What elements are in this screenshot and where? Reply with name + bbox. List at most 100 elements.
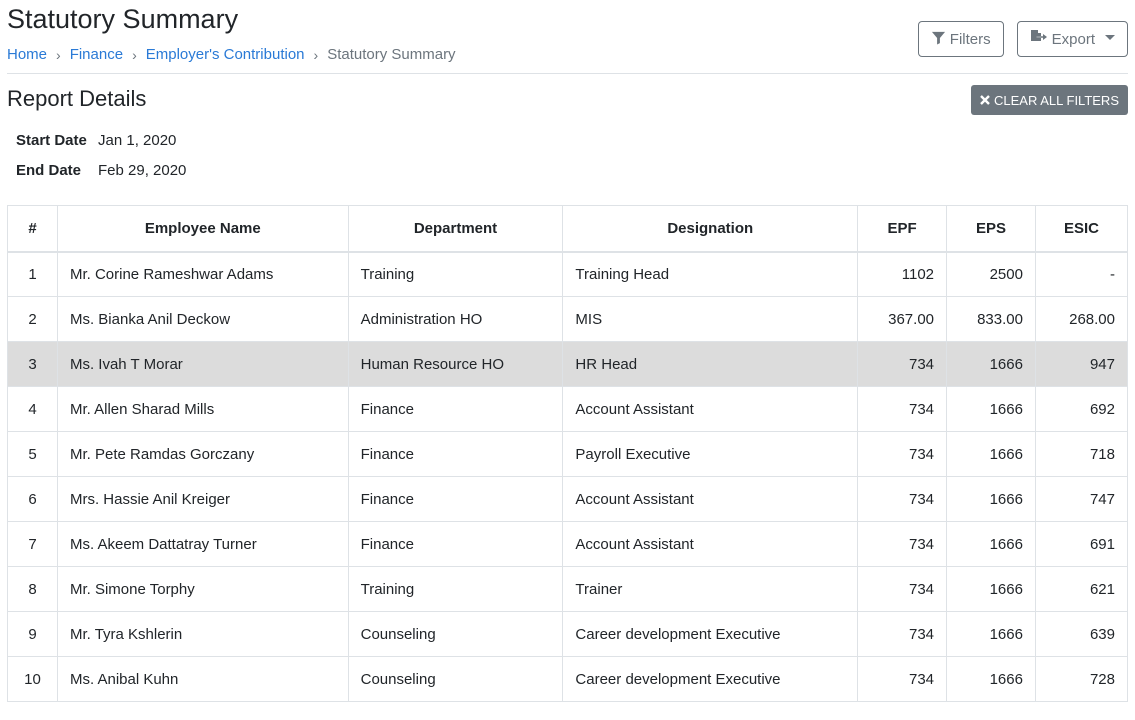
caret-down-icon bbox=[1105, 35, 1115, 40]
report-details-title: Report Details bbox=[7, 86, 147, 111]
start-date-value: Jan 1, 2020 bbox=[98, 132, 177, 149]
breadcrumb-separator-icon: › bbox=[56, 46, 61, 63]
cell-designation: Trainer bbox=[562, 566, 859, 612]
cell-index: 3 bbox=[7, 341, 58, 387]
cell-esic: 691 bbox=[1034, 521, 1129, 567]
breadcrumb: Home › Finance › Employer's Contribution… bbox=[7, 46, 456, 63]
cell-employee-name: Mr. Pete Ramdas Gorczany bbox=[56, 431, 349, 477]
cell-esic: 947 bbox=[1034, 341, 1129, 387]
cell-index: 10 bbox=[7, 656, 58, 702]
breadcrumb-separator-icon: › bbox=[313, 46, 319, 63]
cell-department: Finance bbox=[347, 521, 564, 567]
export-button[interactable]: Export bbox=[1016, 21, 1128, 57]
filters-button[interactable]: Filters bbox=[917, 21, 1004, 57]
start-date-row: Start Date Jan 1, 2020 bbox=[16, 132, 176, 149]
cell-eps: 1666 bbox=[946, 431, 1036, 477]
table-row: 2 Ms. Bianka Anil Deckow Administration HO… bbox=[7, 296, 1129, 342]
column-header-designation: Designation bbox=[562, 205, 859, 253]
cell-department: Counseling bbox=[347, 656, 564, 702]
cell-eps: 833.00 bbox=[946, 296, 1036, 342]
cell-esic: 718 bbox=[1034, 431, 1129, 477]
cell-eps: 1666 bbox=[946, 611, 1036, 657]
cell-epf: 734 bbox=[857, 431, 948, 477]
cell-esic: 747 bbox=[1034, 476, 1129, 522]
filter-icon bbox=[931, 30, 946, 49]
cell-index: 1 bbox=[7, 251, 58, 297]
table-header-row: # Employee Name Department Designation E… bbox=[7, 205, 1129, 253]
cell-employee-name: Ms. Akeem Dattatray Turner bbox=[56, 521, 349, 567]
end-date-label: End Date bbox=[16, 162, 82, 179]
cell-epf: 734 bbox=[857, 476, 948, 522]
cell-esic: 268.00 bbox=[1034, 296, 1129, 342]
header-divider bbox=[7, 73, 1128, 74]
start-date-label: Start Date bbox=[16, 132, 87, 149]
breadcrumb-home-link[interactable]: Home bbox=[7, 46, 47, 63]
cell-employee-name: Ms. Ivah T Morar bbox=[56, 341, 349, 387]
cell-department: Finance bbox=[347, 431, 564, 477]
cell-employee-name: Mr. Simone Torphy bbox=[56, 566, 349, 612]
cell-department: Human Resource HO bbox=[347, 341, 564, 387]
cell-department: Training bbox=[347, 566, 564, 612]
clear-all-filters-label: CLEAR ALL FILTERS bbox=[994, 92, 1119, 108]
cell-designation: Account Assistant bbox=[562, 386, 859, 432]
cell-esic: 639 bbox=[1034, 611, 1129, 657]
cell-index: 6 bbox=[7, 476, 58, 522]
cell-eps: 1666 bbox=[946, 521, 1036, 567]
cell-department: Training bbox=[347, 251, 564, 297]
clear-all-filters-button[interactable]: CLEAR ALL FILTERS bbox=[971, 85, 1128, 115]
cell-esic: - bbox=[1034, 251, 1129, 297]
page-title: Statutory Summary bbox=[7, 4, 239, 34]
table-row: 8 Mr. Simone Torphy Training Trainer 734 1666… bbox=[7, 566, 1129, 612]
cell-esic: 692 bbox=[1034, 386, 1129, 432]
cell-eps: 1666 bbox=[946, 476, 1036, 522]
cell-designation: Training Head bbox=[562, 251, 859, 297]
cell-employee-name: Ms. Anibal Kuhn bbox=[56, 656, 349, 702]
cell-eps: 1666 bbox=[946, 656, 1036, 702]
table-row: 4 Mr. Allen Sharad Mills Finance Account As… bbox=[7, 386, 1129, 432]
cell-epf: 734 bbox=[857, 521, 948, 567]
cell-designation: Account Assistant bbox=[562, 521, 859, 567]
cell-employee-name: Ms. Bianka Anil Deckow bbox=[56, 296, 349, 342]
cell-epf: 1102 bbox=[857, 251, 948, 297]
cell-employee-name: Mr. Allen Sharad Mills bbox=[56, 386, 349, 432]
cell-employee-name: Mr. Corine Rameshwar Adams bbox=[56, 251, 349, 297]
breadcrumb-separator-icon: › bbox=[132, 46, 137, 63]
end-date-value: Feb 29, 2020 bbox=[98, 162, 187, 179]
cell-esic: 621 bbox=[1034, 566, 1129, 612]
column-header-esic: ESIC bbox=[1034, 205, 1129, 253]
cell-designation: Account Assistant bbox=[562, 476, 859, 522]
filters-button-label: Filters bbox=[949, 30, 991, 48]
table-row: 7 Ms. Akeem Dattatray Turner Finance Accoun… bbox=[7, 521, 1129, 567]
column-header-index: # bbox=[7, 205, 58, 253]
table-row: 10 Ms. Anibal Kuhn Counseling Career develo… bbox=[7, 656, 1129, 702]
cell-epf: 734 bbox=[857, 341, 948, 387]
export-button-label: Export bbox=[1051, 30, 1095, 48]
column-header-employee-name: Employee Name bbox=[56, 205, 349, 253]
table-row: 6 Mrs. Hassie Anil Kreiger Finance Account … bbox=[7, 476, 1129, 522]
cell-epf: 734 bbox=[857, 386, 948, 432]
cell-designation: MIS bbox=[562, 296, 859, 342]
column-header-department: Department bbox=[347, 205, 564, 253]
table-row: 5 Mr. Pete Ramdas Gorczany Finance Payroll … bbox=[7, 431, 1129, 477]
cell-eps: 1666 bbox=[946, 341, 1036, 387]
end-date-row: End Date Feb 29, 2020 bbox=[16, 162, 186, 179]
cell-index: 9 bbox=[7, 611, 58, 657]
column-header-eps: EPS bbox=[946, 205, 1036, 253]
statutory-table: # Employee Name Department Designation E… bbox=[7, 205, 1129, 702]
cell-department: Finance bbox=[347, 476, 564, 522]
cell-index: 5 bbox=[7, 431, 58, 477]
cell-eps: 2500 bbox=[946, 251, 1036, 297]
cell-eps: 1666 bbox=[946, 386, 1036, 432]
table-body: 1 Mr. Corine Rameshwar Adams Training Train… bbox=[7, 251, 1129, 702]
cell-esic: 728 bbox=[1034, 656, 1129, 702]
cell-index: 7 bbox=[7, 521, 58, 567]
cell-department: Counseling bbox=[347, 611, 564, 657]
table-row: 9 Mr. Tyra Kshlerin Counseling Career devel… bbox=[7, 611, 1129, 657]
cell-index: 8 bbox=[7, 566, 58, 612]
column-header-epf: EPF bbox=[857, 205, 948, 253]
breadcrumb-current: Statutory Summary bbox=[327, 46, 456, 63]
cell-department: Administration HO bbox=[347, 296, 564, 342]
header-actions: Filters Export bbox=[917, 21, 1128, 57]
breadcrumb-finance-link[interactable]: Finance bbox=[70, 46, 123, 63]
breadcrumb-employer-contribution-link[interactable]: Employer's Contribution bbox=[146, 46, 305, 63]
